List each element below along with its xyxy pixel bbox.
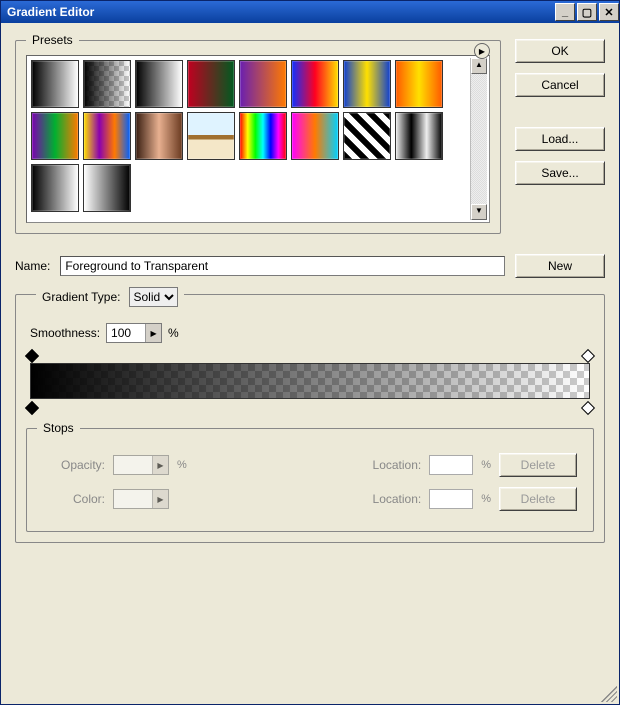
opacity-field: ▶ <box>113 455 169 475</box>
name-label: Name: <box>15 259 50 273</box>
titlebar[interactable]: Gradient Editor _ ▢ ✕ <box>1 1 619 23</box>
presets-scrollbar[interactable]: ▲ ▼ <box>470 58 487 220</box>
preset-yellow-violet-orange-blue[interactable] <box>83 112 131 160</box>
color-stop-right[interactable] <box>582 401 594 415</box>
color-flyout-icon: ▶ <box>152 490 168 508</box>
name-input[interactable] <box>60 256 505 276</box>
color-input <box>114 490 152 508</box>
scroll-down-button[interactable]: ▼ <box>471 204 487 220</box>
preset-red-green[interactable] <box>187 60 235 108</box>
presets-menu-button[interactable]: ▶ <box>474 43 490 59</box>
preset-blue-red-yellow[interactable] <box>291 60 339 108</box>
preset-chrome[interactable] <box>187 112 235 160</box>
name-row: Name: New <box>15 254 605 278</box>
opacity-location-input <box>429 455 473 475</box>
load-button[interactable]: Load... <box>515 127 605 151</box>
ok-button[interactable]: OK <box>515 39 605 63</box>
smoothness-flyout-icon[interactable]: ▶ <box>145 324 161 342</box>
presets-groupbox: Presets ▶ ▲ ▼ <box>15 33 501 234</box>
color-stop-left[interactable] <box>26 401 38 415</box>
preset-stripes-bw[interactable] <box>343 112 391 160</box>
presets-grid <box>29 58 470 220</box>
preset-violet-green-orange[interactable] <box>31 112 79 160</box>
scroll-up-button[interactable]: ▲ <box>471 58 487 74</box>
save-button[interactable]: Save... <box>515 161 605 185</box>
close-button[interactable]: ✕ <box>599 3 619 21</box>
gradient-type-select[interactable]: Solid <box>129 287 178 307</box>
smoothness-input[interactable] <box>107 324 145 342</box>
opacity-stop-row: Opacity: ▶ % Location: % Delete <box>43 453 577 477</box>
color-location-unit: % <box>481 493 491 505</box>
minimize-button[interactable]: _ <box>555 3 575 21</box>
preset-black-white-dup[interactable] <box>31 164 79 212</box>
gradient-bar[interactable] <box>30 363 590 399</box>
presets-panel: ▲ ▼ <box>26 55 490 223</box>
opacity-input <box>114 456 152 474</box>
smoothness-unit: % <box>168 326 179 340</box>
cancel-button[interactable]: Cancel <box>515 73 605 97</box>
preset-violet-orange[interactable] <box>239 60 287 108</box>
opacity-unit: % <box>177 459 187 471</box>
preset-orange-yellow-orange[interactable] <box>395 60 443 108</box>
dialog-buttons: OK Cancel Load... Save... <box>515 33 605 234</box>
color-delete-button: Delete <box>499 487 577 511</box>
smoothness-label: Smoothness: <box>30 326 100 340</box>
smoothness-field[interactable]: ▶ <box>106 323 162 343</box>
presets-legend: Presets <box>26 33 79 47</box>
stops-legend: Stops <box>37 421 80 435</box>
preset-spectrum[interactable] <box>239 112 287 160</box>
preset-transparent-rainbow[interactable] <box>291 112 339 160</box>
gradient-type-label: Gradient Type: <box>42 290 121 304</box>
dialog-content: Presets ▶ ▲ ▼ OK Cancel Load... Save... <box>1 23 619 704</box>
scroll-track[interactable] <box>471 74 487 204</box>
gradient-type-groupbox: Gradient Type: Solid Smoothness: ▶ % <box>15 294 605 543</box>
preset-black-white[interactable] <box>31 60 79 108</box>
preset-black-white-soft[interactable] <box>135 60 183 108</box>
opacity-label: Opacity: <box>43 458 105 472</box>
color-stop-row: Color: ▶ % Location: % Delete <box>43 487 577 511</box>
preset-fg-transparent[interactable] <box>83 60 131 108</box>
color-location-input <box>429 489 473 509</box>
opacity-stop-left[interactable] <box>26 349 38 363</box>
smoothness-row: Smoothness: ▶ % <box>30 323 594 343</box>
preset-blue-yellow-blue[interactable] <box>343 60 391 108</box>
opacity-location-label: Location: <box>359 458 421 472</box>
preset-copper[interactable] <box>135 112 183 160</box>
stops-groupbox: Stops Opacity: ▶ % Location: % Delete Co… <box>26 421 594 532</box>
gradient-preview[interactable] <box>30 363 590 399</box>
opacity-location-unit: % <box>481 459 491 471</box>
color-label: Color: <box>43 492 105 506</box>
new-button[interactable]: New <box>515 254 605 278</box>
preset-black-white-alt[interactable] <box>395 112 443 160</box>
gradient-editor-window: Gradient Editor _ ▢ ✕ Presets ▶ ▲ ▼ <box>0 0 620 705</box>
preset-white-black[interactable] <box>83 164 131 212</box>
opacity-delete-button: Delete <box>499 453 577 477</box>
maximize-button[interactable]: ▢ <box>577 3 597 21</box>
color-field: ▶ <box>113 489 169 509</box>
color-location-label: Location: <box>359 492 421 506</box>
opacity-flyout-icon: ▶ <box>152 456 168 474</box>
resize-grip[interactable] <box>601 686 617 702</box>
window-title: Gradient Editor <box>7 5 94 19</box>
opacity-stop-right[interactable] <box>582 349 594 363</box>
